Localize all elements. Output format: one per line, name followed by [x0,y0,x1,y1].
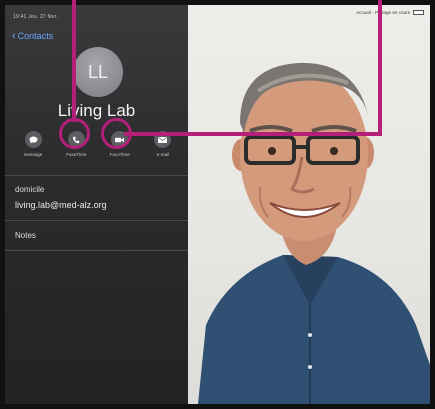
highlight-line [72,0,76,122]
notes-label[interactable]: Notes [15,231,36,240]
person-portrait [198,62,430,404]
highlight-ring-audio [59,118,90,149]
divider [5,250,188,251]
divider [5,220,188,221]
message-label: message [23,152,43,157]
highlight-line [124,132,382,136]
back-to-contacts-button[interactable]: ‹ Contacts [12,29,54,42]
divider [5,175,188,176]
avatar-initials: LL [87,61,109,82]
back-label: Contacts [17,31,54,41]
contact-panel: 19:41 Jeu. 27 févr. ‹ Contacts LL Living… [5,5,188,404]
highlight-line [378,0,382,136]
status-time: 19:41 Jeu. 27 févr. [13,14,58,20]
caller-photo: Accueil · Partage en cours [188,5,430,404]
message-button[interactable]: message [13,131,53,157]
screen: 19:41 Jeu. 27 févr. ‹ Contacts LL Living… [0,0,435,409]
email-label: e-mail [156,152,170,157]
facetime-audio-label: FaceTime [66,152,87,157]
chevron-left-icon: ‹ [12,29,16,42]
email-field-label: domicile [15,185,45,194]
facetime-video-label: FaceTime [109,152,130,157]
message-icon [24,131,42,148]
contact-name: Living Lab [57,101,136,120]
avatar: LL [73,47,123,97]
highlight-ring-video [101,118,132,149]
email-field-value[interactable]: living.lab@med-alz.org [15,200,107,210]
